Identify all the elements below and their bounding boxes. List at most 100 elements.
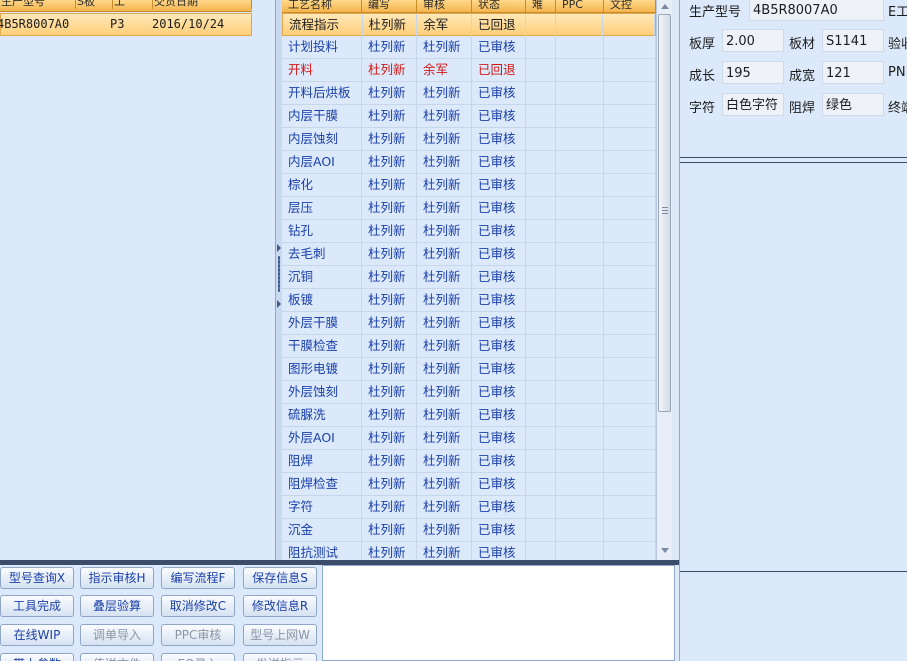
process-name-cell: 内层干膜 (282, 105, 362, 127)
process-row[interactable]: 内层蚀刻 杜列新 杜列新 已审核 (282, 128, 656, 151)
bring-params-button[interactable]: 带上参数 (0, 653, 74, 661)
instruction-review-button[interactable]: 指示审核H (80, 567, 154, 589)
process-grid-scrollbar[interactable] (656, 0, 672, 560)
cancel-edit-button[interactable]: 取消修改C (161, 595, 235, 617)
material-field[interactable]: S1141 (822, 29, 884, 52)
scroll-up-arrow-icon[interactable] (661, 4, 669, 9)
width-field[interactable]: 121 (822, 61, 884, 84)
message-area[interactable] (322, 565, 675, 661)
status-cell: 已审核 (472, 335, 526, 357)
process-row[interactable]: 开料后烘板 杜列新 杜列新 已审核 (282, 82, 656, 105)
process-row[interactable]: 流程指示 杜列新 余军 已回退 (282, 13, 656, 36)
length-field[interactable]: 195 (722, 61, 784, 84)
tool-complete-button[interactable]: 工具完成 (0, 595, 74, 617)
header-ppc[interactable]: PPC (556, 0, 604, 12)
status-cell: 已审核 (472, 404, 526, 426)
eq-entry-button[interactable]: EQ录入 (161, 653, 235, 661)
splitter-arrow-icon[interactable] (277, 300, 281, 308)
process-row[interactable]: 计划投料 杜列新 杜列新 已审核 (282, 36, 656, 59)
header-process-name[interactable]: 工艺名称 (282, 0, 362, 12)
reviewer-cell: 杜列新 (417, 335, 472, 357)
process-row[interactable]: 阻焊检查 杜列新 杜列新 已审核 (282, 473, 656, 496)
ppc-cell (556, 82, 604, 104)
writer-cell: 杜列新 (362, 197, 417, 219)
character-field[interactable]: 白色字符 (722, 93, 784, 116)
header-delivery-date[interactable]: 交货日期 (153, 0, 252, 9)
process-row[interactable]: 外层干膜 杜列新 杜列新 已审核 (282, 312, 656, 335)
header-gong[interactable]: 工 (113, 0, 153, 9)
process-row[interactable]: 干膜检查 杜列新 杜列新 已审核 (282, 335, 656, 358)
solder-mask-field[interactable]: 绿色 (822, 93, 884, 116)
process-name-cell: 沉铜 (282, 266, 362, 288)
thickness-field[interactable]: 2.00 (722, 29, 784, 52)
status-cell: 已审核 (472, 496, 526, 518)
process-row[interactable]: 去毛刺 杜列新 杜列新 已审核 (282, 243, 656, 266)
model-query-button[interactable]: 型号查询X (0, 567, 74, 589)
difficulty-cell (526, 519, 556, 541)
writer-cell: 杜列新 (362, 289, 417, 311)
header-difficulty[interactable]: 难 (526, 0, 556, 12)
header-writer[interactable]: 编写 (362, 0, 417, 12)
splitter-arrow-icon[interactable] (277, 244, 281, 252)
write-flow-button[interactable]: 编写流程F (161, 567, 235, 589)
doc-control-cell (604, 358, 656, 380)
header-doc-control[interactable]: 文控 (604, 0, 656, 12)
save-info-button[interactable]: 保存信息S (243, 567, 317, 589)
ppc-review-button[interactable]: PPC审核 (161, 624, 235, 646)
status-cell: 已回退 (472, 59, 526, 81)
process-row[interactable]: 阻抗测试 杜列新 杜列新 已审核 (282, 542, 656, 560)
process-row[interactable]: 字符 杜列新 杜列新 已审核 (282, 496, 656, 519)
model-field[interactable]: 4B5R8007A0 (749, 0, 884, 21)
status-cell: 已审核 (472, 197, 526, 219)
difficulty-cell (526, 404, 556, 426)
process-row[interactable]: 内层AOI 杜列新 杜列新 已审核 (282, 151, 656, 174)
header-reviewer[interactable]: 审核 (417, 0, 472, 12)
reviewer-cell: 杜列新 (417, 128, 472, 150)
process-row[interactable]: 内层干膜 杜列新 杜列新 已审核 (282, 105, 656, 128)
scroll-thumb[interactable] (658, 14, 671, 412)
send-instruction-button[interactable]: 发送指示 (243, 653, 317, 661)
stackup-check-button[interactable]: 叠层验算 (80, 595, 154, 617)
process-grid-header: 工艺名称 编写 审核 状态 难 PPC 文控 (282, 0, 656, 13)
scroll-down-arrow-icon[interactable] (661, 548, 669, 553)
writer-cell: 杜列新 (362, 312, 417, 334)
header-status[interactable]: 状态 (472, 0, 526, 12)
reviewer-cell: 杜列新 (417, 36, 472, 58)
left-grid-selected-row[interactable]: 4B5R8007A0 P3 2016/10/24 (0, 13, 252, 36)
process-row[interactable]: 沉铜 杜列新 杜列新 已审核 (282, 266, 656, 289)
material-label: 板材 (789, 37, 816, 52)
process-row[interactable]: 图形电镀 杜列新 杜列新 已审核 (282, 358, 656, 381)
header-s-board[interactable]: S板 (76, 0, 113, 9)
doc-control-cell (604, 496, 656, 518)
doc-control-cell (604, 289, 656, 311)
process-row[interactable]: 板镀 杜列新 杜列新 已审核 (282, 289, 656, 312)
status-cell: 已审核 (472, 381, 526, 403)
edit-info-button[interactable]: 修改信息R (243, 595, 317, 617)
ppc-cell (556, 289, 604, 311)
doc-control-cell (604, 335, 656, 357)
process-row[interactable]: 外层蚀刻 杜列新 杜列新 已审核 (282, 381, 656, 404)
writer-cell: 杜列新 (362, 82, 417, 104)
process-row[interactable]: 硫脲洗 杜列新 杜列新 已审核 (282, 404, 656, 427)
header-model[interactable]: 生产型号 (0, 0, 76, 9)
difficulty-cell (526, 128, 556, 150)
difficulty-cell (526, 36, 556, 58)
model-publish-button[interactable]: 型号上网W (243, 624, 317, 646)
import-order-button[interactable]: 调单导入 (80, 624, 154, 646)
doc-control-cell (604, 519, 656, 541)
writer-cell: 杜列新 (362, 427, 417, 449)
process-row[interactable]: 沉金 杜列新 杜列新 已审核 (282, 519, 656, 542)
reviewer-cell: 杜列新 (417, 243, 472, 265)
send-file-button[interactable]: 传送文件 (80, 653, 154, 661)
process-name-cell: 外层蚀刻 (282, 381, 362, 403)
status-cell: 已审核 (472, 473, 526, 495)
online-wip-button[interactable]: 在线WIP (0, 624, 74, 646)
process-row[interactable]: 钻孔 杜列新 杜列新 已审核 (282, 220, 656, 243)
process-row[interactable]: 层压 杜列新 杜列新 已审核 (282, 197, 656, 220)
process-row[interactable]: 棕化 杜列新 杜列新 已审核 (282, 174, 656, 197)
doc-control-cell (604, 312, 656, 334)
process-row[interactable]: 外层AOI 杜列新 杜列新 已审核 (282, 427, 656, 450)
difficulty-cell (526, 496, 556, 518)
process-row[interactable]: 开料 杜列新 余军 已回退 (282, 59, 656, 82)
process-row[interactable]: 阻焊 杜列新 杜列新 已审核 (282, 450, 656, 473)
